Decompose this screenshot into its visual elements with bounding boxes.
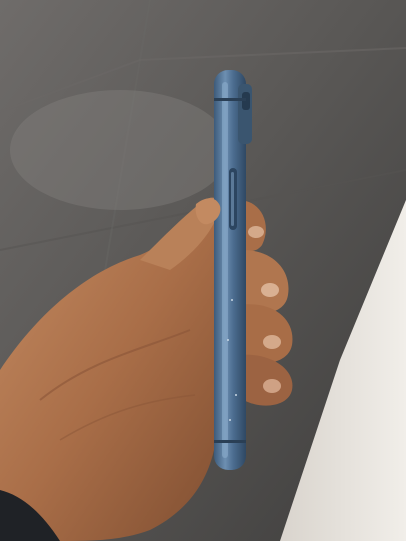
floor-reflection xyxy=(10,90,230,210)
scratch-speck xyxy=(231,299,233,301)
antenna-band xyxy=(214,440,246,443)
fingernail xyxy=(263,335,281,349)
photo-scene xyxy=(0,0,406,541)
scratch-speck xyxy=(235,394,237,396)
fingernail xyxy=(261,283,279,297)
side-button-highlight xyxy=(231,172,234,226)
antenna-band xyxy=(214,98,246,101)
phone-edge-highlight xyxy=(222,82,228,458)
scratch-speck xyxy=(229,419,231,421)
fingernail xyxy=(248,226,264,238)
fingernail xyxy=(263,379,281,393)
photo-illustration xyxy=(0,0,406,541)
scratch-speck xyxy=(227,339,229,341)
